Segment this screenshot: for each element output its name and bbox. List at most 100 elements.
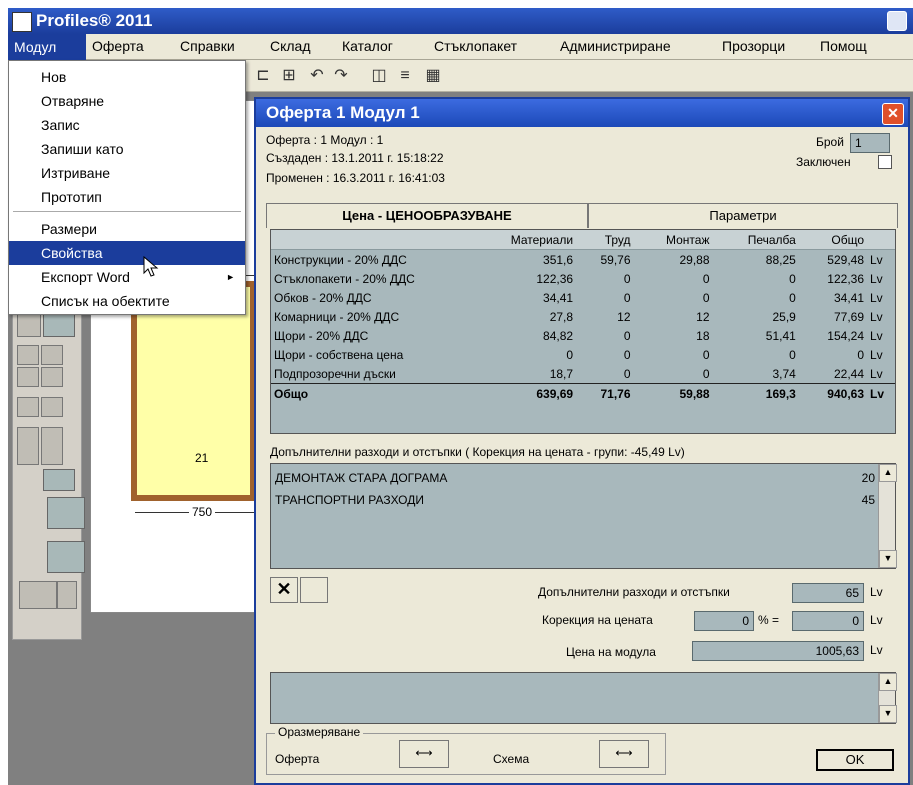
row-label: Стъклопакети - 20% ДДС: [274, 271, 415, 286]
row-label: Щори - 20% ДДС: [274, 328, 369, 343]
total-row[interactable]: Общо 639,69 71,76 59,88 169,3 940,63 Lv: [271, 383, 895, 403]
menu-catalog[interactable]: Каталог: [342, 38, 393, 54]
dim-scheme-button[interactable]: ⟷: [599, 740, 649, 768]
tool-a-icon[interactable]: [17, 345, 39, 365]
close-icon[interactable]: ✕: [882, 103, 904, 125]
extra-costs-list[interactable]: ДЕМОНТАЖ СТАРА ДОГРАМА 20 ТРАНСПОРТНИ РА…: [270, 463, 897, 569]
cell-currency: Lv: [870, 290, 883, 305]
dimension-icon[interactable]: ⊞: [278, 65, 300, 87]
table-row[interactable]: Обков - 20% ДДС 34,41 0 0 0 34,41 Lv: [271, 288, 895, 307]
menu-module[interactable]: Модул: [8, 34, 86, 60]
notes-textarea[interactable]: ▲ ▼: [270, 672, 897, 724]
dropdown-arrow-icon[interactable]: [57, 581, 77, 609]
tab-parameters[interactable]: Параметри: [588, 203, 898, 228]
menu-prototype[interactable]: Прототип: [9, 185, 245, 209]
table-row[interactable]: Щори - собствена цена 0 0 0 0 0 Lv: [271, 345, 895, 364]
cell: 18,7: [549, 366, 574, 381]
cell: 0: [623, 347, 631, 362]
dim-offer-button[interactable]: ⟷: [399, 740, 449, 768]
locked-checkbox[interactable]: [878, 155, 892, 169]
redo-icon[interactable]: ↷: [330, 65, 352, 87]
count-input[interactable]: 1: [850, 133, 890, 153]
split-view-icon[interactable]: ◫: [368, 65, 390, 87]
cell-currency: Lv: [870, 328, 883, 343]
total-cell: 59,88: [633, 383, 713, 403]
menu-sizes[interactable]: Размери: [9, 217, 245, 241]
frame-icon[interactable]: ⊏: [252, 65, 274, 87]
module-dropdown-menu: Нов Отваряне Запис Запиши като Изтриване…: [8, 60, 246, 315]
tool-f-icon[interactable]: [41, 397, 63, 417]
extra-item-name: ТРАНСПОРТНИ РАЗХОДИ: [275, 493, 424, 507]
sash-label: 21: [195, 451, 209, 465]
scroll-up-icon[interactable]: ▲: [879, 673, 897, 691]
menu-export-word-label: Експорт Word: [41, 269, 130, 285]
notes-scrollbar[interactable]: ▲ ▼: [878, 673, 897, 723]
menu-properties[interactable]: Свойства: [9, 241, 245, 265]
tool-g-icon[interactable]: [17, 427, 39, 465]
menu-new[interactable]: Нов: [9, 65, 245, 89]
correction-value-input[interactable]: 0: [792, 611, 864, 631]
menu-warehouse[interactable]: Склад: [270, 38, 311, 54]
menu-save-as[interactable]: Запиши като: [9, 137, 245, 161]
mouse-cursor-icon: [143, 255, 159, 277]
tool-b-icon[interactable]: [41, 345, 63, 365]
app-title: Profiles® 2011: [36, 11, 153, 30]
profile-tool-icon[interactable]: [17, 313, 41, 337]
cell-currency: Lv: [870, 347, 883, 362]
correction-label: Корекция на цената: [542, 613, 653, 627]
app-title-bar: Profiles® 2011: [8, 8, 913, 34]
table-row[interactable]: Щори - 20% ДДС 84,82 0 18 51,41 154,24 L…: [271, 326, 895, 345]
list-item[interactable]: ТРАНСПОРТНИ РАЗХОДИ 45: [275, 490, 875, 510]
delete-icon[interactable]: ✕: [270, 577, 298, 603]
price-table-header: Материали Труд Монтаж Печалба Общо: [271, 230, 895, 250]
cell: 0: [857, 347, 864, 362]
menu-reports[interactable]: Справки: [180, 38, 235, 54]
tool-c-icon[interactable]: [17, 367, 39, 387]
dialog-title-bar: Оферта 1 Модул 1 ✕: [256, 99, 908, 127]
menu-open[interactable]: Отваряне: [9, 89, 245, 113]
header-cell: [271, 230, 467, 250]
cell: 154,24: [827, 328, 864, 343]
scroll-down-icon[interactable]: ▼: [879, 550, 897, 568]
menu-windows[interactable]: Прозорци: [722, 38, 785, 54]
list-view-icon[interactable]: ≡: [394, 65, 416, 87]
table-row[interactable]: Конструкции - 20% ДДС 351,6 59,76 29,88 …: [271, 250, 895, 270]
menu-delete[interactable]: Изтриване: [9, 161, 245, 185]
currency-label: Lv: [870, 613, 883, 627]
menu-export-word[interactable]: Експорт Word ►: [9, 265, 245, 289]
grid-view-icon[interactable]: ▦: [422, 65, 444, 87]
minimize-icon[interactable]: [887, 11, 907, 31]
ok-button[interactable]: OK: [816, 749, 894, 771]
tool-h-icon[interactable]: [41, 427, 63, 465]
correction-eq: % =: [758, 613, 780, 627]
save-icon[interactable]: [300, 577, 328, 603]
cell: 0: [623, 366, 631, 381]
cell: 0: [789, 271, 796, 286]
scroll-down-icon[interactable]: ▼: [879, 705, 897, 723]
table-row[interactable]: Подпрозоречни дъски 18,7 0 0 3,74 22,44 …: [271, 364, 895, 384]
cell-currency: Lv: [870, 309, 883, 324]
menu-save[interactable]: Запис: [9, 113, 245, 137]
cell-currency: Lv: [870, 366, 883, 381]
menu-offer[interactable]: Оферта: [92, 38, 144, 54]
menu-admin[interactable]: Администриране: [560, 38, 671, 54]
shape-select-icon[interactable]: [19, 581, 57, 609]
row-label: Комарници - 20% ДДС: [274, 309, 400, 324]
extra-list-scrollbar[interactable]: ▲ ▼: [878, 464, 897, 568]
table-row[interactable]: Стъклопакети - 20% ДДС 122,36 0 0 0 122,…: [271, 269, 895, 288]
undo-icon[interactable]: ↶: [306, 65, 328, 87]
menu-glazing[interactable]: Стъклопакет: [434, 38, 517, 54]
table-row[interactable]: Комарници - 20% ДДС 27,8 12 12 25,9 77,6…: [271, 307, 895, 326]
tool-field-4: [47, 541, 85, 573]
list-item[interactable]: ДЕМОНТАЖ СТАРА ДОГРАМА 20: [275, 468, 875, 488]
menu-help[interactable]: Помощ: [820, 38, 867, 54]
scroll-up-icon[interactable]: ▲: [879, 464, 897, 482]
menu-object-list[interactable]: Списък на обектите: [9, 289, 245, 313]
tool-e-icon[interactable]: [17, 397, 39, 417]
count-label: Брой: [816, 135, 844, 149]
tool-d-icon[interactable]: [41, 367, 63, 387]
correction-percent-input[interactable]: 0: [694, 611, 754, 631]
cell: 12: [617, 309, 631, 324]
tab-price[interactable]: Цена - ЦЕНООБРАЗУВАНЕ: [266, 203, 588, 228]
dimension-label: 750: [189, 505, 216, 519]
